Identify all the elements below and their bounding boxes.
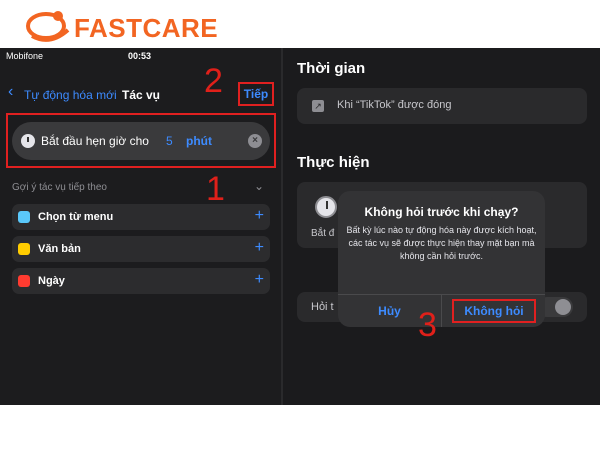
trigger-text: Khi “TikTok” được đóng	[337, 99, 452, 111]
section-title-run: Thực hiện	[297, 154, 370, 171]
step-number-2: 2	[204, 62, 223, 100]
brand-name: FASTCARE	[74, 13, 219, 43]
automation-settings-screen: Thời gian ↗ Khi “TikTok” được đóng Thực …	[283, 48, 600, 405]
suggestion-label: Chọn từ menu	[38, 211, 114, 223]
suggestion-date[interactable]: Ngày +	[12, 268, 270, 294]
section-title-time: Thời gian	[297, 60, 366, 77]
run-action-label: Bắt đ	[311, 228, 335, 239]
add-icon[interactable]: +	[255, 239, 264, 257]
remove-action-icon[interactable]: ×	[248, 134, 262, 148]
dialog-message: Bất kỳ lúc nào tự động hóa này được kích…	[346, 225, 537, 261]
chevron-left-icon[interactable]: ‹	[8, 84, 13, 100]
add-icon[interactable]: +	[255, 207, 264, 225]
action-text: Bắt đầu hẹn giờ cho	[41, 134, 149, 148]
timer-icon	[21, 134, 35, 148]
shortcut-actions-screen: Mobifone 00:53 @ ▪ ‹ Tự động hóa mới Tác…	[0, 48, 283, 405]
next-button[interactable]: Tiếp	[238, 82, 274, 106]
timer-action-card[interactable]: Bắt đầu hẹn giờ cho 5 phút ×	[12, 122, 270, 160]
add-icon[interactable]: +	[255, 271, 264, 289]
step-number-1: 1	[206, 170, 225, 208]
dialog-title: Không hỏi trước khi chạy?	[364, 205, 519, 219]
timer-value-field[interactable]: 5	[166, 134, 173, 148]
text-icon	[18, 243, 30, 255]
trigger-card[interactable]: ↗ Khi “TikTok” được đóng	[297, 88, 587, 124]
carrier-label: Mobifone	[6, 51, 44, 61]
arrow-up-right-icon: ↗	[312, 100, 324, 112]
confirm-dialog: Không hỏi trước khi chạy? Bất kỳ lúc nào…	[338, 191, 545, 327]
back-button[interactable]: Tự động hóa mới	[24, 88, 117, 102]
clock-icon	[315, 196, 337, 218]
suggestion-label: Ngày	[38, 275, 65, 287]
status-time: 00:53	[128, 51, 152, 61]
suggestion-text[interactable]: Văn bản +	[12, 236, 270, 262]
suggestion-label: Văn bản	[38, 243, 81, 255]
ask-before-running-label: Hỏi t	[311, 301, 334, 313]
dialog-button-separator	[441, 294, 442, 327]
timer-unit-selector[interactable]: phút	[186, 134, 212, 148]
nav-bar: ‹ Tự động hóa mới Tác vụ Tiếp	[0, 74, 283, 110]
chevron-down-icon[interactable]: ⌄	[254, 179, 264, 193]
dont-ask-button[interactable]: Không hỏi	[452, 295, 536, 327]
step-number-3: 3	[418, 306, 437, 344]
menu-icon	[18, 211, 30, 223]
page-title: Tác vụ	[122, 88, 161, 102]
status-bar: Mobifone 00:53 @ ▪	[0, 50, 283, 64]
suggestion-choose-from-menu[interactable]: Chọn từ menu +	[12, 204, 270, 230]
fastcare-logo-icon	[26, 11, 70, 42]
calendar-icon	[18, 275, 30, 287]
suggestions-heading: Gợi ý tác vụ tiếp theo	[12, 182, 107, 193]
page-bottom-margin	[0, 405, 600, 450]
